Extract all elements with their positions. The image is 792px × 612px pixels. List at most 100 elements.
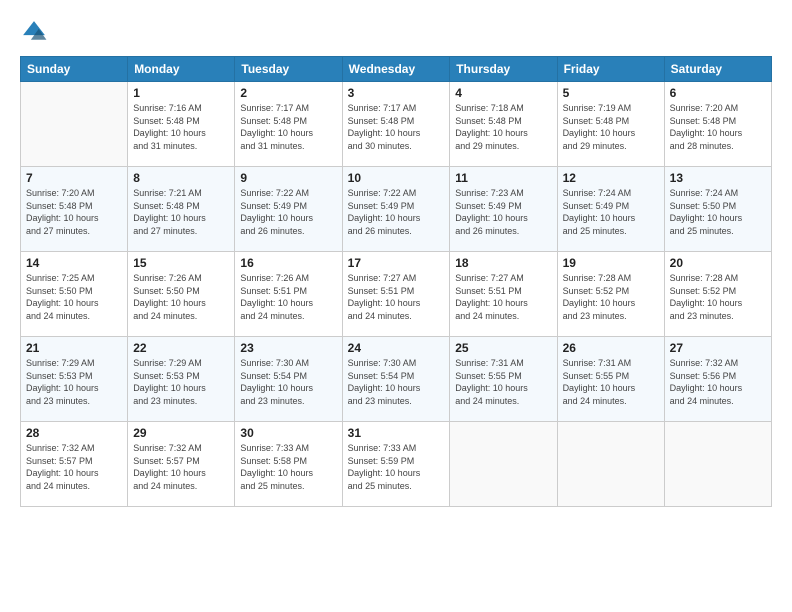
day-number: 20	[670, 256, 766, 270]
calendar-header-sunday: Sunday	[21, 57, 128, 82]
day-info: Sunrise: 7:23 AM Sunset: 5:49 PM Dayligh…	[455, 187, 551, 237]
day-number: 18	[455, 256, 551, 270]
calendar-table: SundayMondayTuesdayWednesdayThursdayFrid…	[20, 56, 772, 507]
calendar-cell: 15 Sunrise: 7:26 AM Sunset: 5:50 PM Dayli…	[128, 252, 235, 337]
calendar-header-thursday: Thursday	[450, 57, 557, 82]
calendar-week-row: 1 Sunrise: 7:16 AM Sunset: 5:48 PM Daylig…	[21, 82, 772, 167]
day-info: Sunrise: 7:27 AM Sunset: 5:51 PM Dayligh…	[455, 272, 551, 322]
calendar-week-row: 28Sunrise: 7:32 AM Sunset: 5:57 PM Dayli…	[21, 422, 772, 507]
day-info: Sunrise: 7:28 AM Sunset: 5:52 PM Dayligh…	[670, 272, 766, 322]
calendar-cell: 6 Sunrise: 7:20 AM Sunset: 5:48 PM Daylig…	[664, 82, 771, 167]
calendar-cell: 25 Sunrise: 7:31 AM Sunset: 5:55 PM Dayli…	[450, 337, 557, 422]
day-number: 14	[26, 256, 122, 270]
day-number: 6	[670, 86, 766, 100]
calendar-cell: 28Sunrise: 7:32 AM Sunset: 5:57 PM Dayli…	[21, 422, 128, 507]
day-info: Sunrise: 7:22 AM Sunset: 5:49 PM Dayligh…	[240, 187, 336, 237]
day-info: Sunrise: 7:17 AM Sunset: 5:48 PM Dayligh…	[240, 102, 336, 152]
day-number: 27	[670, 341, 766, 355]
day-info: Sunrise: 7:20 AM Sunset: 5:48 PM Dayligh…	[670, 102, 766, 152]
day-info: Sunrise: 7:21 AM Sunset: 5:48 PM Dayligh…	[133, 187, 229, 237]
calendar-cell: 4 Sunrise: 7:18 AM Sunset: 5:48 PM Daylig…	[450, 82, 557, 167]
calendar-cell: 7Sunrise: 7:20 AM Sunset: 5:48 PM Daylig…	[21, 167, 128, 252]
day-number: 8	[133, 171, 229, 185]
calendar-cell: 12 Sunrise: 7:24 AM Sunset: 5:49 PM Dayli…	[557, 167, 664, 252]
day-number: 3	[348, 86, 445, 100]
calendar-header-saturday: Saturday	[664, 57, 771, 82]
calendar-cell: 19 Sunrise: 7:28 AM Sunset: 5:52 PM Dayli…	[557, 252, 664, 337]
calendar-cell: 18 Sunrise: 7:27 AM Sunset: 5:51 PM Dayli…	[450, 252, 557, 337]
day-info: Sunrise: 7:22 AM Sunset: 5:49 PM Dayligh…	[348, 187, 445, 237]
day-info: Sunrise: 7:28 AM Sunset: 5:52 PM Dayligh…	[563, 272, 659, 322]
day-number: 9	[240, 171, 336, 185]
day-info: Sunrise: 7:27 AM Sunset: 5:51 PM Dayligh…	[348, 272, 445, 322]
day-info: Sunrise: 7:26 AM Sunset: 5:51 PM Dayligh…	[240, 272, 336, 322]
calendar-cell: 16 Sunrise: 7:26 AM Sunset: 5:51 PM Dayli…	[235, 252, 342, 337]
day-number: 22	[133, 341, 229, 355]
day-number: 17	[348, 256, 445, 270]
day-number: 29	[133, 426, 229, 440]
calendar-cell: 1 Sunrise: 7:16 AM Sunset: 5:48 PM Daylig…	[128, 82, 235, 167]
day-number: 12	[563, 171, 659, 185]
day-info: Sunrise: 7:29 AM Sunset: 5:53 PM Dayligh…	[133, 357, 229, 407]
logo-icon	[20, 18, 48, 46]
calendar-cell: 30 Sunrise: 7:33 AM Sunset: 5:58 PM Dayli…	[235, 422, 342, 507]
calendar-cell: 13Sunrise: 7:24 AM Sunset: 5:50 PM Dayli…	[664, 167, 771, 252]
calendar-cell	[21, 82, 128, 167]
calendar-cell: 11Sunrise: 7:23 AM Sunset: 5:49 PM Dayli…	[450, 167, 557, 252]
day-info: Sunrise: 7:18 AM Sunset: 5:48 PM Dayligh…	[455, 102, 551, 152]
day-number: 16	[240, 256, 336, 270]
calendar-cell: 2 Sunrise: 7:17 AM Sunset: 5:48 PM Daylig…	[235, 82, 342, 167]
day-info: Sunrise: 7:31 AM Sunset: 5:55 PM Dayligh…	[563, 357, 659, 407]
calendar-cell	[664, 422, 771, 507]
day-number: 15	[133, 256, 229, 270]
day-info: Sunrise: 7:33 AM Sunset: 5:59 PM Dayligh…	[348, 442, 445, 492]
day-number: 19	[563, 256, 659, 270]
calendar-cell: 31 Sunrise: 7:33 AM Sunset: 5:59 PM Dayli…	[342, 422, 450, 507]
calendar-cell: 17 Sunrise: 7:27 AM Sunset: 5:51 PM Dayli…	[342, 252, 450, 337]
day-info: Sunrise: 7:17 AM Sunset: 5:48 PM Dayligh…	[348, 102, 445, 152]
day-number: 25	[455, 341, 551, 355]
page: SundayMondayTuesdayWednesdayThursdayFrid…	[0, 0, 792, 612]
calendar-header-monday: Monday	[128, 57, 235, 82]
day-info: Sunrise: 7:24 AM Sunset: 5:49 PM Dayligh…	[563, 187, 659, 237]
day-number: 5	[563, 86, 659, 100]
calendar-cell: 23 Sunrise: 7:30 AM Sunset: 5:54 PM Dayli…	[235, 337, 342, 422]
header	[20, 18, 772, 46]
calendar-cell: 29 Sunrise: 7:32 AM Sunset: 5:57 PM Dayli…	[128, 422, 235, 507]
calendar-cell: 5 Sunrise: 7:19 AM Sunset: 5:48 PM Daylig…	[557, 82, 664, 167]
day-info: Sunrise: 7:32 AM Sunset: 5:57 PM Dayligh…	[26, 442, 122, 492]
day-number: 24	[348, 341, 445, 355]
day-number: 26	[563, 341, 659, 355]
calendar-header-friday: Friday	[557, 57, 664, 82]
calendar-header-tuesday: Tuesday	[235, 57, 342, 82]
day-info: Sunrise: 7:33 AM Sunset: 5:58 PM Dayligh…	[240, 442, 336, 492]
day-number: 2	[240, 86, 336, 100]
day-info: Sunrise: 7:16 AM Sunset: 5:48 PM Dayligh…	[133, 102, 229, 152]
day-info: Sunrise: 7:30 AM Sunset: 5:54 PM Dayligh…	[348, 357, 445, 407]
calendar-week-row: 14 Sunrise: 7:25 AM Sunset: 5:50 PM Dayli…	[21, 252, 772, 337]
day-number: 30	[240, 426, 336, 440]
day-number: 21	[26, 341, 122, 355]
day-info: Sunrise: 7:26 AM Sunset: 5:50 PM Dayligh…	[133, 272, 229, 322]
day-number: 10	[348, 171, 445, 185]
calendar-cell	[557, 422, 664, 507]
day-info: Sunrise: 7:24 AM Sunset: 5:50 PM Dayligh…	[670, 187, 766, 237]
day-number: 4	[455, 86, 551, 100]
calendar-cell: 14 Sunrise: 7:25 AM Sunset: 5:50 PM Dayli…	[21, 252, 128, 337]
day-number: 7	[26, 171, 122, 185]
day-info: Sunrise: 7:32 AM Sunset: 5:57 PM Dayligh…	[133, 442, 229, 492]
day-number: 1	[133, 86, 229, 100]
calendar-cell: 9 Sunrise: 7:22 AM Sunset: 5:49 PM Daylig…	[235, 167, 342, 252]
day-number: 31	[348, 426, 445, 440]
calendar-cell: 26 Sunrise: 7:31 AM Sunset: 5:55 PM Dayli…	[557, 337, 664, 422]
day-number: 23	[240, 341, 336, 355]
calendar-cell	[450, 422, 557, 507]
day-info: Sunrise: 7:25 AM Sunset: 5:50 PM Dayligh…	[26, 272, 122, 322]
calendar-cell: 27Sunrise: 7:32 AM Sunset: 5:56 PM Dayli…	[664, 337, 771, 422]
logo	[20, 18, 52, 46]
day-info: Sunrise: 7:31 AM Sunset: 5:55 PM Dayligh…	[455, 357, 551, 407]
day-info: Sunrise: 7:19 AM Sunset: 5:48 PM Dayligh…	[563, 102, 659, 152]
calendar-cell: 20 Sunrise: 7:28 AM Sunset: 5:52 PM Dayli…	[664, 252, 771, 337]
day-info: Sunrise: 7:29 AM Sunset: 5:53 PM Dayligh…	[26, 357, 122, 407]
day-info: Sunrise: 7:30 AM Sunset: 5:54 PM Dayligh…	[240, 357, 336, 407]
